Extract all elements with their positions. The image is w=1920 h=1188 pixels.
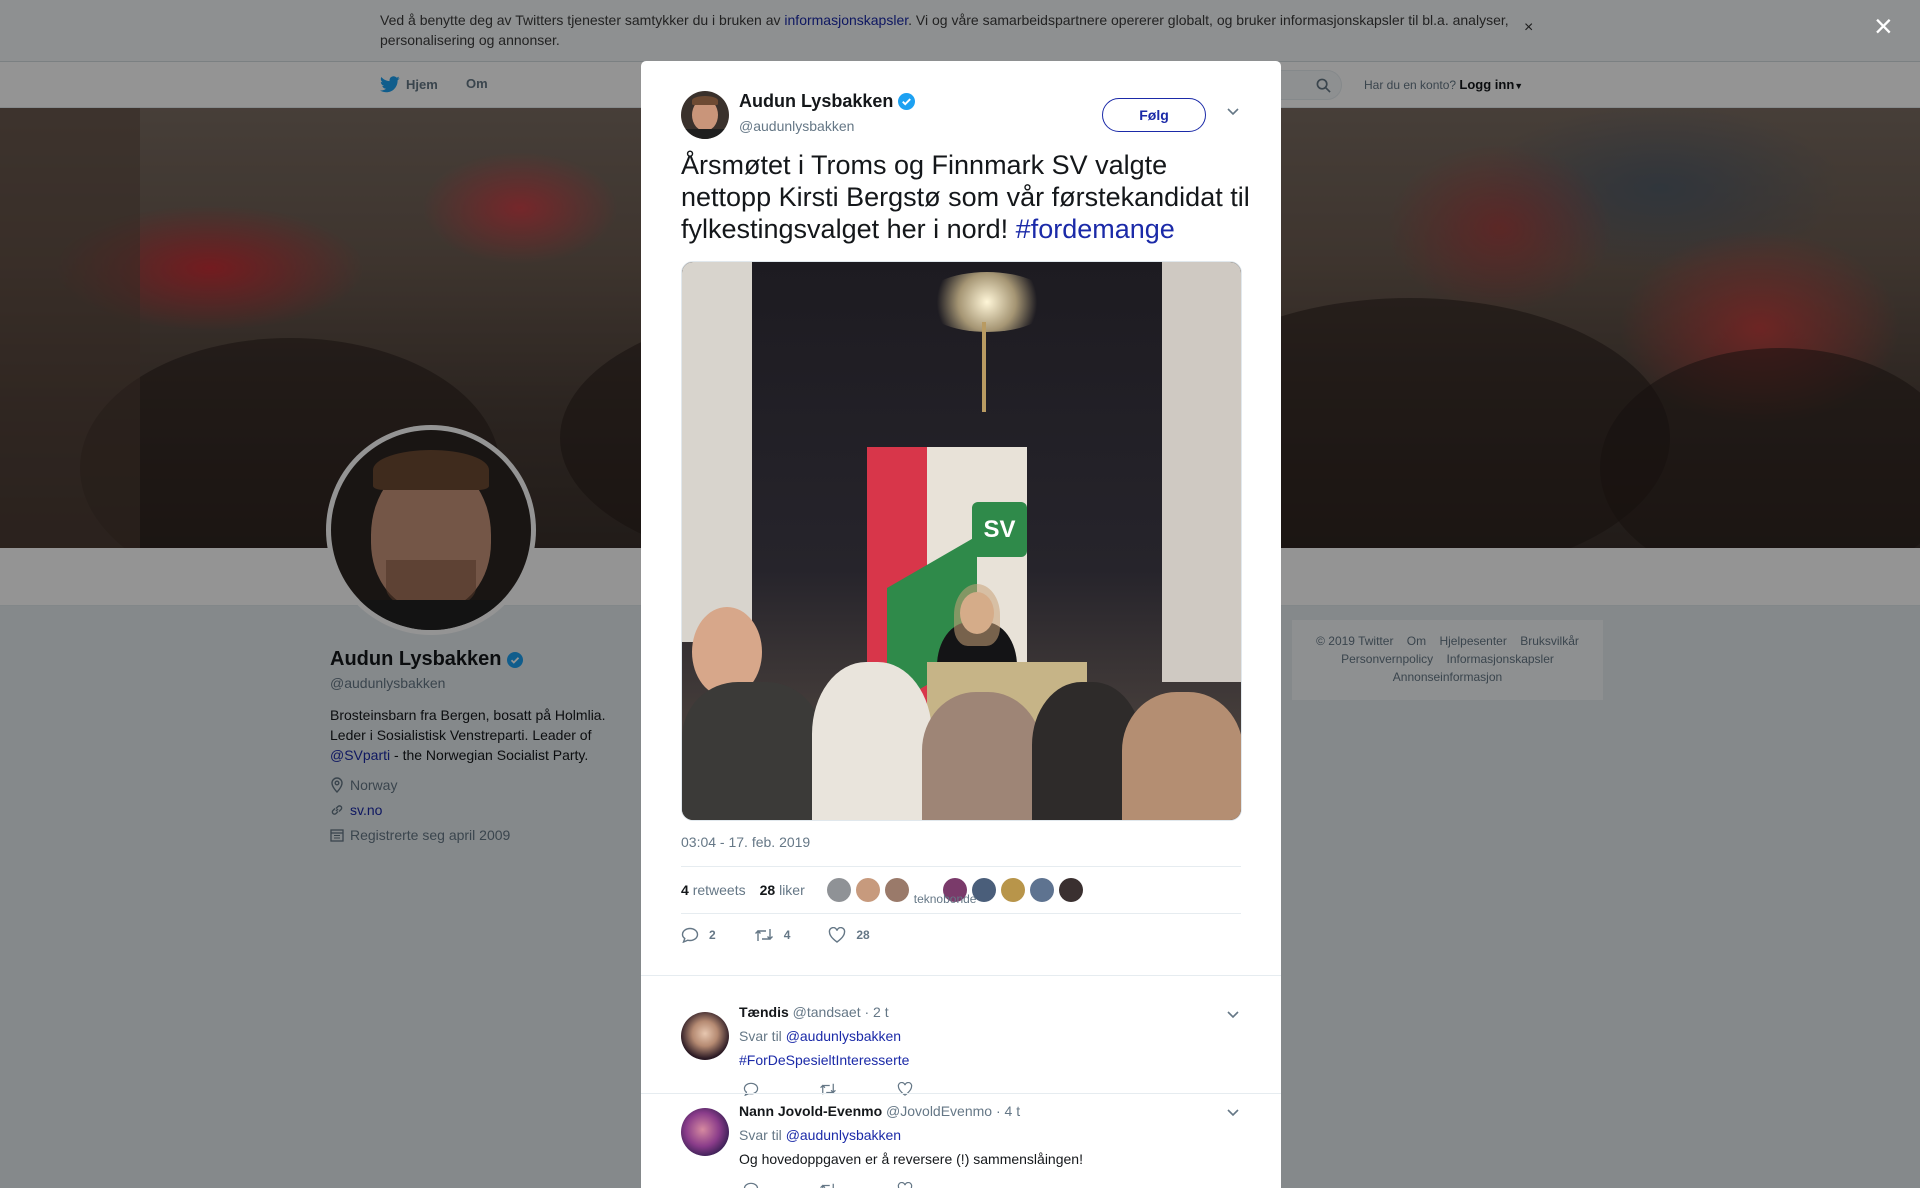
retweet-stat-count: 4 — [681, 882, 689, 898]
liker-avatar[interactable] — [1000, 878, 1025, 902]
like-stat-label: liker — [779, 882, 805, 898]
retweet-button[interactable]: 4 — [754, 927, 791, 943]
like-icon[interactable] — [897, 1182, 913, 1188]
liker-avatar[interactable] — [1029, 878, 1054, 902]
liker-avatar[interactable] — [1058, 878, 1083, 902]
verified-badge-icon — [898, 93, 916, 110]
tweet-author-handle[interactable]: @audunlysbakken — [739, 118, 854, 134]
close-icon[interactable]: × — [1874, 10, 1893, 42]
tweet-hashtag-link[interactable]: #fordemange — [1016, 214, 1175, 244]
reply-to-line: Svar til @audunlysbakken — [739, 1127, 901, 1143]
liker-alt-text: teknobonde — [913, 892, 977, 906]
reply-author-handle[interactable]: @tandsaet — [793, 1004, 861, 1020]
liker-avatar[interactable] — [855, 878, 880, 902]
liker-avatar[interactable] — [884, 878, 909, 902]
tweet-author-avatar[interactable] — [681, 91, 729, 139]
sv-logo: SV — [972, 502, 1027, 557]
chevron-down-icon[interactable] — [1226, 1009, 1240, 1019]
reply-to-line: Svar til @audunlysbakken — [739, 1028, 901, 1044]
tweet-text: Årsmøtet i Troms og Finnmark SV valgte n… — [681, 149, 1251, 245]
retweet-stat-label: retweets — [692, 882, 746, 898]
reply-avatar[interactable] — [681, 1108, 729, 1156]
reply-to-mention[interactable]: @audunlysbakken — [786, 1028, 901, 1044]
reply-header: Tændis @tandsaet · 2 t — [739, 1004, 889, 1020]
reply-author-name[interactable]: Nann Jovold-Evenmo — [739, 1103, 882, 1119]
reply-age[interactable]: · 4 t — [996, 1103, 1020, 1119]
tweet-author-name[interactable]: Audun Lysbakken — [739, 91, 916, 112]
reply-body: Og hovedoppgaven er å reversere (!) samm… — [739, 1151, 1083, 1167]
reply-icon — [681, 927, 699, 943]
reply-tweet[interactable]: Tændis @tandsaet · 2 t Svar til @audunly… — [641, 975, 1281, 1096]
like-stat[interactable]: 28 liker — [760, 882, 805, 898]
chevron-down-icon[interactable] — [1226, 106, 1240, 116]
liker-avatar[interactable]: teknobonde — [914, 878, 977, 906]
reply-tweet[interactable]: Nann Jovold-Evenmo @JovoldEvenmo · 4 t S… — [641, 1093, 1281, 1188]
reply-age[interactable]: · 2 t — [864, 1004, 888, 1020]
like-count: 28 — [856, 928, 870, 942]
reply-header: Nann Jovold-Evenmo @JovoldEvenmo · 4 t — [739, 1103, 1020, 1119]
tweet-stats: 4 retweets 28 liker teknobonde — [681, 866, 1241, 914]
reply-author-name[interactable]: Tændis — [739, 1004, 789, 1020]
reply-hashtag-link[interactable]: #ForDeSpesieltInteresserte — [739, 1052, 909, 1068]
retweet-icon[interactable] — [819, 1182, 837, 1188]
reply-to-label: Svar til — [739, 1127, 786, 1143]
tweet-photo[interactable]: SV — [681, 261, 1242, 821]
tweet-modal: Audun Lysbakken @audunlysbakken Følg Års… — [641, 61, 1281, 1188]
reply-actions — [743, 1182, 913, 1188]
like-button[interactable]: 28 — [828, 927, 870, 943]
reply-to-label: Svar til — [739, 1028, 786, 1044]
tweet-author-name-text[interactable]: Audun Lysbakken — [739, 91, 893, 112]
tweet-actions: 2 4 28 — [681, 927, 1241, 943]
retweet-stat[interactable]: 4 retweets — [681, 882, 746, 898]
reply-to-mention[interactable]: @audunlysbakken — [786, 1127, 901, 1143]
chevron-down-icon[interactable] — [1226, 1107, 1240, 1117]
retweet-icon — [754, 929, 773, 941]
reply-body: #ForDeSpesieltInteresserte — [739, 1052, 909, 1068]
reply-button[interactable]: 2 — [681, 927, 716, 943]
liker-avatars: teknobonde — [826, 878, 1088, 906]
follow-button[interactable]: Følg — [1102, 98, 1206, 132]
like-icon — [829, 927, 846, 943]
retweet-count: 4 — [783, 928, 791, 942]
reply-icon[interactable] — [743, 1182, 759, 1188]
liker-avatar[interactable] — [826, 878, 851, 902]
like-stat-count: 28 — [759, 882, 776, 898]
reply-count: 2 — [709, 928, 716, 942]
tweet-timestamp[interactable]: 03:04 - 17. feb. 2019 — [681, 834, 810, 850]
reply-author-handle[interactable]: @JovoldEvenmo — [886, 1103, 992, 1119]
reply-avatar[interactable] — [681, 1012, 729, 1060]
